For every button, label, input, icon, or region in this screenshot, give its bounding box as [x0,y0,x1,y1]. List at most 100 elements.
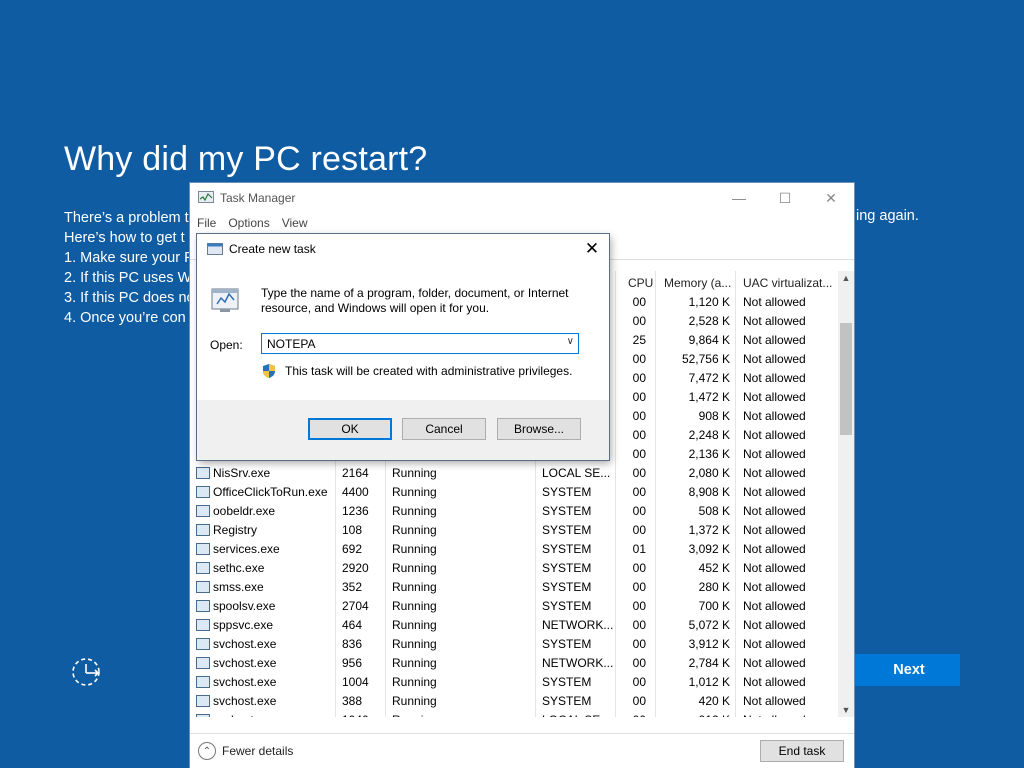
cell-user: NETWORK... [542,618,614,632]
cell-cpu: 00 [632,466,646,480]
cell-mem: 280 K [698,580,730,594]
cell-name: svchost.exe [213,713,276,717]
cell-status: Running [392,580,437,594]
cell-pid: 1236 [342,504,369,518]
cell-user: SYSTEM [542,580,592,594]
table-row[interactable]: sethc.exe 2920 Running SYSTEM 00 452 K Not all… [190,559,838,578]
menu-options[interactable]: Options [228,216,269,230]
process-icon [196,619,210,631]
browse-button[interactable]: Browse... [497,418,581,440]
cell-pid: 2704 [342,599,369,613]
cell-uac: Not allowed [743,333,806,347]
cell-uac: Not allowed [743,428,806,442]
cell-mem: 5,072 K [688,618,730,632]
cell-cpu: 00 [632,618,646,632]
cell-name: smss.exe [213,580,264,594]
cell-pid: 956 [342,656,363,670]
vertical-scrollbar[interactable]: ▲ ▼ [838,271,854,717]
ok-button[interactable]: OK [308,418,392,440]
cell-cpu: 00 [632,504,646,518]
cell-cpu: 25 [632,333,646,347]
cell-cpu: 00 [632,371,646,385]
open-input[interactable] [262,334,557,353]
cell-cpu: 00 [632,694,646,708]
cell-user: SYSTEM [542,694,592,708]
next-button[interactable]: Next [838,654,960,686]
cell-cpu: 00 [632,447,646,461]
admin-note-label: This task will be created with administr… [285,364,573,378]
uac-shield-icon [263,364,275,378]
close-icon[interactable]: ✕ [575,234,609,264]
table-row[interactable]: svchost.exe 836 Running SYSTEM 00 3,912 K Not … [190,635,838,654]
maximize-icon[interactable]: ☐ [762,183,808,213]
chevron-down-icon[interactable]: ∨ [567,336,574,347]
cell-cpu: 00 [632,523,646,537]
table-row[interactable]: services.exe 692 Running SYSTEM 01 3,092 K Not… [190,540,838,559]
cell-mem: 912 K [660,713,730,717]
table-row[interactable]: NisSrv.exe 2164 Running LOCAL SE... 00 2,080 … [190,464,838,483]
cell-uac: Not allowed [743,447,806,461]
cell-cpu: 00 [632,599,646,613]
task-manager-titlebar[interactable]: Task Manager — ☐ ✕ [190,183,854,213]
minimize-icon[interactable]: — [716,183,762,213]
accessibility-icon[interactable] [70,655,104,689]
cell-uac: Not allowed [743,580,806,594]
cell-status: Running [392,618,437,632]
table-row[interactable]: oobeldr.exe 1236 Running SYSTEM 00 508 K Not a… [190,502,838,521]
table-row[interactable]: sppsvc.exe 464 Running NETWORK... 00 5,072 K N… [190,616,838,635]
table-row[interactable]: OfficeClickToRun.exe 4400 Running SYSTEM 00 8… [190,483,838,502]
process-icon [196,524,210,536]
menu-view[interactable]: View [282,216,308,230]
cell-name: NisSrv.exe [213,466,271,480]
column-header-cpu[interactable]: CPU [628,276,653,290]
cell-uac: Not allowed [743,542,806,556]
open-combobox[interactable]: ∨ [261,333,579,354]
end-task-button[interactable]: End task [760,740,844,762]
process-icon [196,600,210,612]
cell-user: SYSTEM [542,675,592,689]
table-row[interactable]: svchost.exe 388 Running SYSTEM 00 420 K Not al… [190,692,838,711]
scroll-down-icon[interactable]: ▼ [838,705,854,715]
fewer-details-link[interactable]: ⌃ Fewer details [198,742,293,760]
dialog-description: Type the name of a program, folder, docu… [261,286,569,315]
menu-bar: File Options View [190,213,854,233]
table-row[interactable]: smss.exe 352 Running SYSTEM 00 280 K Not allow… [190,578,838,597]
cell-status: Running [392,675,437,689]
table-row[interactable]: svchost.exe 1040 Running LOCAL SE... 00 912 K… [190,711,838,717]
scroll-up-icon[interactable]: ▲ [838,273,854,283]
cell-status: Running [392,504,437,518]
cell-uac: Not allowed [743,504,806,518]
process-icon [196,695,210,707]
scrollbar-thumb[interactable] [840,323,852,435]
cell-uac: Not allowed [743,694,806,708]
cell-pid: 388 [342,694,363,708]
cell-name: spoolsv.exe [213,599,276,613]
cell-user: LOCAL SE... [542,713,610,717]
cell-status: Running [392,694,437,708]
close-icon[interactable]: ✕ [808,183,854,213]
cell-cpu: 00 [632,580,646,594]
process-icon [196,543,210,555]
table-row[interactable]: svchost.exe 1004 Running SYSTEM 00 1,012 K Not… [190,673,838,692]
cell-mem: 1,472 K [688,390,730,404]
cell-mem: 1,120 K [688,295,730,309]
cell-cpu: 00 [632,314,646,328]
cancel-button[interactable]: Cancel [402,418,486,440]
cell-name: services.exe [213,542,280,556]
cell-pid: 2920 [342,561,369,575]
cell-mem: 3,092 K [688,542,730,556]
table-row[interactable]: svchost.exe 956 Running NETWORK... 00 2,784 K… [190,654,838,673]
dialog-titlebar[interactable]: Create new task ✕ [197,234,609,264]
cell-uac: Not allowed [743,561,806,575]
cell-user: SYSTEM [542,485,592,499]
cell-uac: Not allowed [743,523,806,537]
menu-file[interactable]: File [197,216,216,230]
table-row[interactable]: Registry 108 Running SYSTEM 00 1,372 K Not all… [190,521,838,540]
column-header-memory[interactable]: Memory (a... [664,276,731,290]
cell-cpu: 00 [632,637,646,651]
column-header-uac[interactable]: UAC virtualizat... [743,276,832,290]
table-row[interactable]: spoolsv.exe 2704 Running SYSTEM 00 700 K Not a… [190,597,838,616]
cell-uac: Not allowed [743,466,806,480]
open-label: Open: [210,338,243,352]
cell-name: sethc.exe [213,561,265,575]
